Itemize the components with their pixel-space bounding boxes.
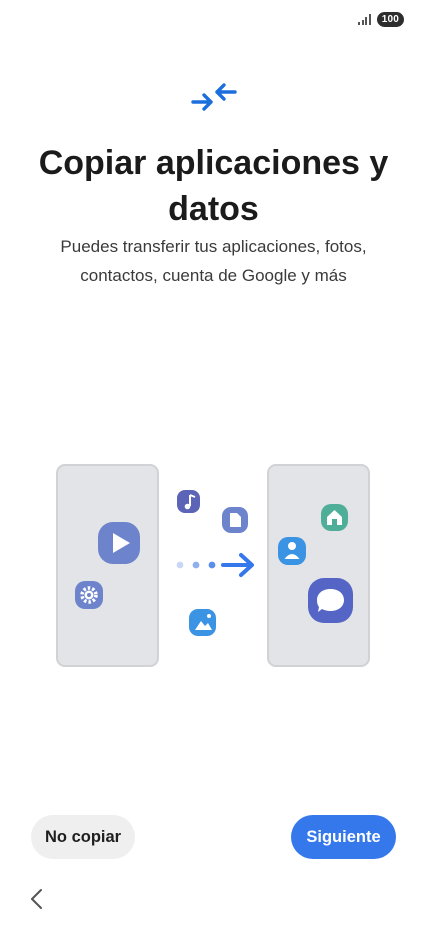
document-icon: [222, 507, 248, 533]
play-icon: [98, 522, 140, 564]
destination-phone: [267, 464, 370, 667]
status-bar: 100: [358, 10, 404, 28]
back-chevron-icon[interactable]: [26, 886, 48, 912]
music-note-icon: [177, 490, 200, 513]
message-icon: [308, 578, 353, 623]
source-phone: [56, 464, 159, 667]
image-icon: [189, 609, 216, 636]
contact-icon: [278, 537, 306, 565]
transfer-illustration: [56, 464, 370, 667]
arrow-right-icon: [176, 553, 254, 577]
battery-indicator: 100: [376, 11, 404, 27]
no-copy-button[interactable]: No copiar: [31, 815, 136, 859]
page-title: Copiar aplicaciones y datos: [38, 144, 389, 228]
transfer-arrows-icon: [191, 83, 237, 111]
page-subtitle: Puedes transferir tus aplicaciones, foto…: [60, 237, 367, 285]
home-icon: [321, 504, 348, 531]
next-button[interactable]: Siguiente: [291, 815, 396, 859]
settings-icon: [75, 581, 103, 609]
signal-icon: [358, 13, 371, 25]
